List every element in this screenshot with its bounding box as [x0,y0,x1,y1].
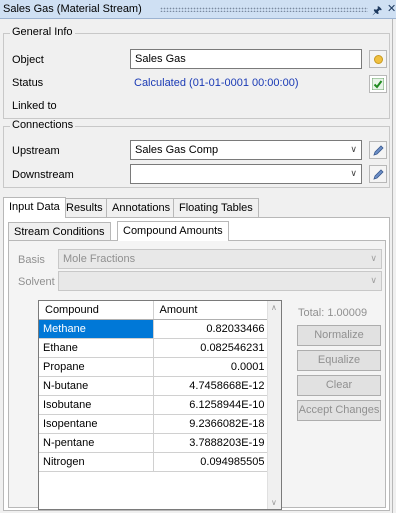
chevron-down-icon: ∨ [370,253,377,263]
tab-floating-tables[interactable]: Floating Tables [173,198,259,218]
status-value: Calculated (01-01-0001 00:00:00) [134,77,299,89]
table-row[interactable]: Isopentane 9.2366082E-18 [39,414,270,434]
upstream-label: Upstream [12,145,60,157]
compound-amounts-grid[interactable]: Compound Amount Methane 0.82033466 Ethan… [38,300,282,510]
equalize-button[interactable]: Equalize [297,350,381,371]
compound-cell[interactable]: Methane [39,319,154,339]
window-titlebar[interactable]: Sales Gas (Material Stream) 🖈 ✕ [0,0,396,19]
linked-to-label: Linked to [12,100,57,112]
solvent-label: Solvent [18,276,55,288]
chevron-down-icon: ∨ [370,275,377,285]
status-label: Status [12,77,44,89]
total-readout: Total: 1.00009 [298,307,368,319]
column-header-compound[interactable]: Compound [39,301,154,320]
material-stream-editor: General Info Object Sales Gas Status Cal… [0,19,393,513]
chevron-down-icon: ∨ [350,168,357,178]
downstream-label: Downstream [12,169,74,181]
downstream-select[interactable]: ∨ [130,164,362,184]
table-row[interactable]: N-butane 4.7458668E-12 [39,376,270,396]
amount-cell[interactable]: 0.0001 [153,357,270,377]
compound-cell[interactable]: Ethane [39,338,154,358]
checkmark-icon [372,78,384,90]
clear-button[interactable]: Clear [297,375,381,396]
tab-results[interactable]: Results [60,198,109,218]
status-ok-indicator [369,75,387,93]
compound-cell[interactable]: Isobutane [39,395,154,415]
object-label: Object [12,54,44,66]
drag-grip[interactable] [160,7,368,12]
table-row[interactable]: Methane 0.82033466 [39,319,270,339]
basis-value: Mole Fractions [63,253,136,265]
amount-cell[interactable]: 4.7458668E-12 [153,376,270,396]
basis-label: Basis [18,254,45,266]
basis-select[interactable]: Mole Fractions ∨ [58,249,382,269]
normalize-button[interactable]: Normalize [297,325,381,346]
compound-cell[interactable]: N-butane [39,376,154,396]
general-info-group: General Info [3,26,390,119]
tab-input-data[interactable]: Input Data [3,197,66,218]
scroll-down-icon[interactable]: ∨ [271,498,277,507]
amount-cell[interactable]: 0.082546231 [153,338,270,358]
table-row[interactable]: Nitrogen 0.094985505 [39,452,270,472]
object-edit-button[interactable] [369,50,387,68]
amount-cell[interactable]: 0.82033466 [153,319,270,339]
table-row[interactable]: Isobutane 6.1258944E-10 [39,395,270,415]
solvent-select[interactable]: ∨ [58,271,382,291]
upstream-connect-button[interactable] [369,141,387,159]
general-info-legend: General Info [10,26,75,38]
tab-compound-amounts[interactable]: Compound Amounts [117,221,229,241]
close-icon[interactable]: ✕ [387,2,396,15]
amount-cell[interactable]: 0.094985505 [153,452,270,472]
chevron-down-icon: ∨ [350,144,357,154]
upstream-value: Sales Gas Comp [135,144,219,156]
grid-header-row: Compound Amount [39,301,270,320]
tab-annotations[interactable]: Annotations [106,198,177,218]
connections-legend: Connections [10,119,76,131]
compound-cell[interactable]: N-pentane [39,433,154,453]
grid-vertical-scrollbar[interactable]: ∧ ∨ [267,301,281,509]
amount-cell[interactable]: 6.1258944E-10 [153,395,270,415]
object-name-input[interactable]: Sales Gas [130,49,362,69]
table-row[interactable]: N-pentane 3.7888203E-19 [39,433,270,453]
lock-icon [373,54,383,64]
tab-stream-conditions[interactable]: Stream Conditions [8,222,111,241]
accept-changes-button[interactable]: Accept Changes [297,400,381,421]
table-row[interactable]: Ethane 0.082546231 [39,338,270,358]
amount-cell[interactable]: 9.2366082E-18 [153,414,270,434]
table-row[interactable]: Propane 0.0001 [39,357,270,377]
pencil-icon [372,168,384,180]
compound-cell[interactable]: Propane [39,357,154,377]
compound-cell[interactable]: Isopentane [39,414,154,434]
downstream-connect-button[interactable] [369,165,387,183]
scroll-up-icon[interactable]: ∧ [271,303,277,312]
upstream-select[interactable]: Sales Gas Comp ∨ [130,140,362,160]
pencil-icon [372,144,384,156]
amount-cell[interactable]: 3.7888203E-19 [153,433,270,453]
window-title: Sales Gas (Material Stream) [3,3,142,15]
compound-cell[interactable]: Nitrogen [39,452,154,472]
column-header-amount[interactable]: Amount [153,301,270,320]
